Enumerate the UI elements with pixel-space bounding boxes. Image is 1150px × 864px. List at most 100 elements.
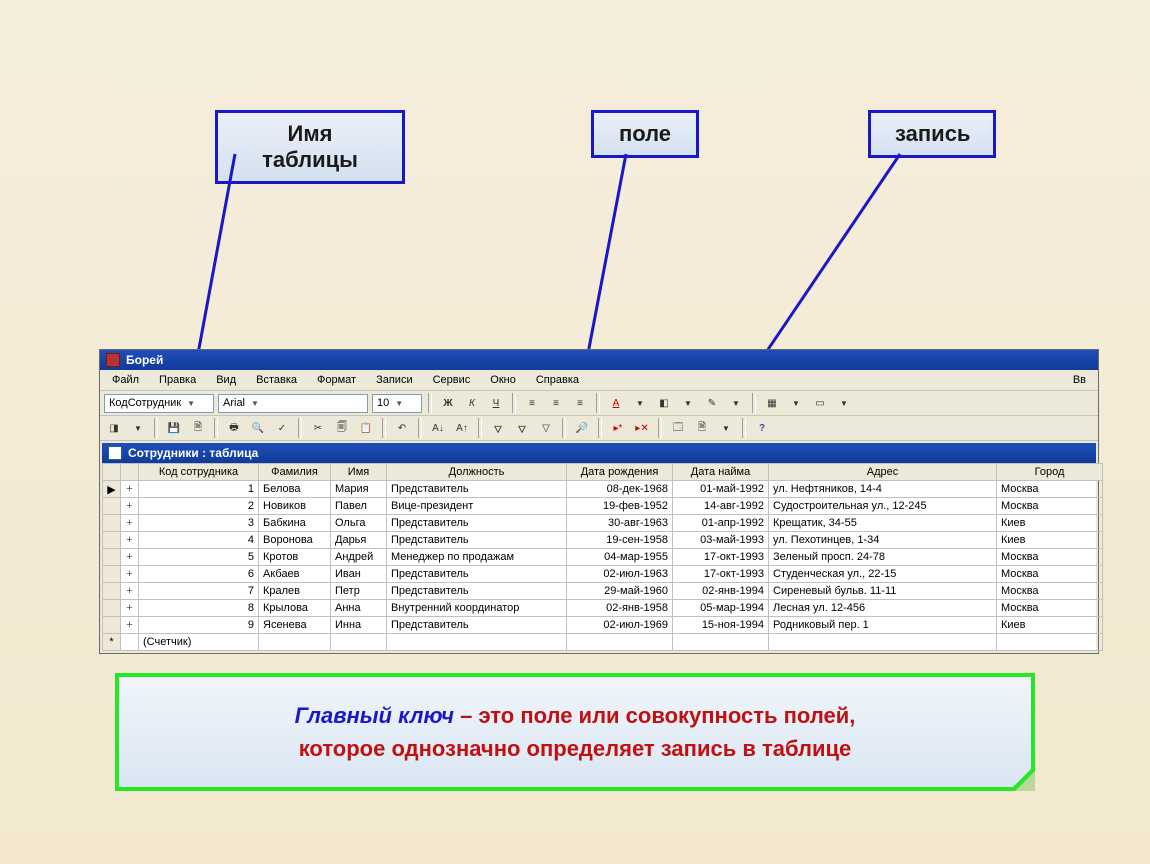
new-row-marker[interactable]: * (103, 634, 121, 651)
col-surname[interactable]: Фамилия (259, 464, 331, 481)
preview-icon[interactable]: 🔍 (248, 418, 268, 438)
font-name-selector[interactable]: Arial▼ (218, 394, 368, 413)
cell-name[interactable]: Петр (331, 583, 387, 600)
dropdown-icon[interactable]: ▼ (630, 393, 650, 413)
cell-address[interactable]: Крещатик, 34-55 (769, 515, 997, 532)
cell-id[interactable]: 8 (139, 600, 259, 617)
cell-name[interactable]: Дарья (331, 532, 387, 549)
new-record-icon[interactable]: ▸* (608, 418, 628, 438)
cell-counter[interactable]: (Счетчик) (139, 634, 259, 651)
cell-role[interactable]: Представитель (387, 532, 567, 549)
row-selector[interactable]: ▶ (103, 481, 121, 498)
cell-empty[interactable] (387, 634, 567, 651)
col-dob[interactable]: Дата рождения (567, 464, 673, 481)
cell-hire[interactable]: 03-май-1993 (673, 532, 769, 549)
view-icon[interactable]: ◨ (104, 418, 124, 438)
menu-help[interactable]: Справка (528, 372, 587, 388)
print-icon[interactable]: 🖶 (224, 418, 244, 438)
dropdown-icon[interactable]: ▼ (786, 393, 806, 413)
cell-name[interactable]: Андрей (331, 549, 387, 566)
cell-surname[interactable]: Бабкина (259, 515, 331, 532)
cell-id[interactable]: 2 (139, 498, 259, 515)
table-row[interactable]: +8КрыловаАннаВнутренний координатор02-ян… (103, 600, 1103, 617)
cell-hire[interactable]: 15-ноя-1994 (673, 617, 769, 634)
cell-surname[interactable]: Кротов (259, 549, 331, 566)
cell-city[interactable]: Киев (997, 617, 1103, 634)
expand-header[interactable] (121, 464, 139, 481)
cell-city[interactable]: Киев (997, 515, 1103, 532)
cell-role[interactable]: Представитель (387, 566, 567, 583)
row-selector-header[interactable] (103, 464, 121, 481)
cell-hire[interactable]: 01-май-1992 (673, 481, 769, 498)
cell-role[interactable]: Представитель (387, 481, 567, 498)
cell-id[interactable]: 5 (139, 549, 259, 566)
dropdown-icon[interactable]: ▼ (834, 393, 854, 413)
cell-dob[interactable]: 19-сен-1958 (567, 532, 673, 549)
expand-icon[interactable]: + (121, 617, 139, 634)
help-icon[interactable]: ? (752, 418, 772, 438)
cell-hire[interactable]: 17-окт-1993 (673, 549, 769, 566)
cell-hire[interactable]: 05-мар-1994 (673, 600, 769, 617)
dropdown-icon[interactable]: ▼ (716, 418, 736, 438)
cell-name[interactable]: Анна (331, 600, 387, 617)
row-selector[interactable] (103, 515, 121, 532)
cell-address[interactable]: Зеленый просп. 24-78 (769, 549, 997, 566)
col-name[interactable]: Имя (331, 464, 387, 481)
cell-surname[interactable]: Крылова (259, 600, 331, 617)
table-row[interactable]: ▶+1БеловаМарияПредставитель08-дек-196801… (103, 481, 1103, 498)
copy-icon[interactable]: 🗐 (332, 418, 352, 438)
cell-role[interactable]: Вице-президент (387, 498, 567, 515)
expand-icon[interactable]: + (121, 515, 139, 532)
cell-dob[interactable]: 08-дек-1968 (567, 481, 673, 498)
cell-dob[interactable]: 29-май-1960 (567, 583, 673, 600)
db-window-icon[interactable]: 🗔 (668, 418, 688, 438)
apply-filter-icon[interactable]: ▽ (536, 418, 556, 438)
paste-icon[interactable]: 📋 (356, 418, 376, 438)
filter-form-icon[interactable]: 🜄 (512, 418, 532, 438)
cell-name[interactable]: Мария (331, 481, 387, 498)
cell-id[interactable]: 7 (139, 583, 259, 600)
cell-address[interactable]: Судостроительная ул., 12-245 (769, 498, 997, 515)
cell-role[interactable]: Представитель (387, 617, 567, 634)
cell-address[interactable]: Родниковый пер. 1 (769, 617, 997, 634)
cell-name[interactable]: Павел (331, 498, 387, 515)
cell-dob[interactable]: 30-авг-1963 (567, 515, 673, 532)
cell-surname[interactable]: Белова (259, 481, 331, 498)
cell-dob[interactable]: 02-июл-1969 (567, 617, 673, 634)
menu-window[interactable]: Окно (482, 372, 524, 388)
cell-empty[interactable] (997, 634, 1103, 651)
menu-edit[interactable]: Правка (151, 372, 204, 388)
cell-city[interactable]: Москва (997, 498, 1103, 515)
cell-id[interactable]: 3 (139, 515, 259, 532)
border-icon[interactable]: ▭ (810, 393, 830, 413)
cell-name[interactable]: Инна (331, 617, 387, 634)
expand-icon[interactable]: + (121, 498, 139, 515)
cell-hire[interactable]: 02-янв-1994 (673, 583, 769, 600)
cell-empty[interactable] (331, 634, 387, 651)
cell-city[interactable]: Москва (997, 583, 1103, 600)
align-center-icon[interactable]: ≡ (546, 393, 566, 413)
find-icon[interactable]: 🔎 (572, 418, 592, 438)
row-selector[interactable] (103, 549, 121, 566)
cell-hire[interactable]: 17-окт-1993 (673, 566, 769, 583)
expand-icon[interactable]: + (121, 481, 139, 498)
table-new-row[interactable]: * (Счетчик) (103, 634, 1103, 651)
fill-color-icon[interactable]: ◧ (654, 393, 674, 413)
italic-button[interactable]: К (462, 393, 482, 413)
cell-surname[interactable]: Новиков (259, 498, 331, 515)
cell-address[interactable]: Студенческая ул., 22-15 (769, 566, 997, 583)
cell-city[interactable]: Москва (997, 566, 1103, 583)
row-selector[interactable] (103, 617, 121, 634)
cell-id[interactable]: 9 (139, 617, 259, 634)
cell-dob[interactable]: 04-мар-1955 (567, 549, 673, 566)
cell-role[interactable]: Представитель (387, 515, 567, 532)
row-selector[interactable] (103, 498, 121, 515)
row-selector[interactable] (103, 532, 121, 549)
cell-empty[interactable] (769, 634, 997, 651)
expand-icon[interactable]: + (121, 532, 139, 549)
expand-icon[interactable]: + (121, 549, 139, 566)
cell-id[interactable]: 1 (139, 481, 259, 498)
cell-hire[interactable]: 14-авг-1992 (673, 498, 769, 515)
expand-icon[interactable]: + (121, 600, 139, 617)
cell-role[interactable]: Внутренний координатор (387, 600, 567, 617)
